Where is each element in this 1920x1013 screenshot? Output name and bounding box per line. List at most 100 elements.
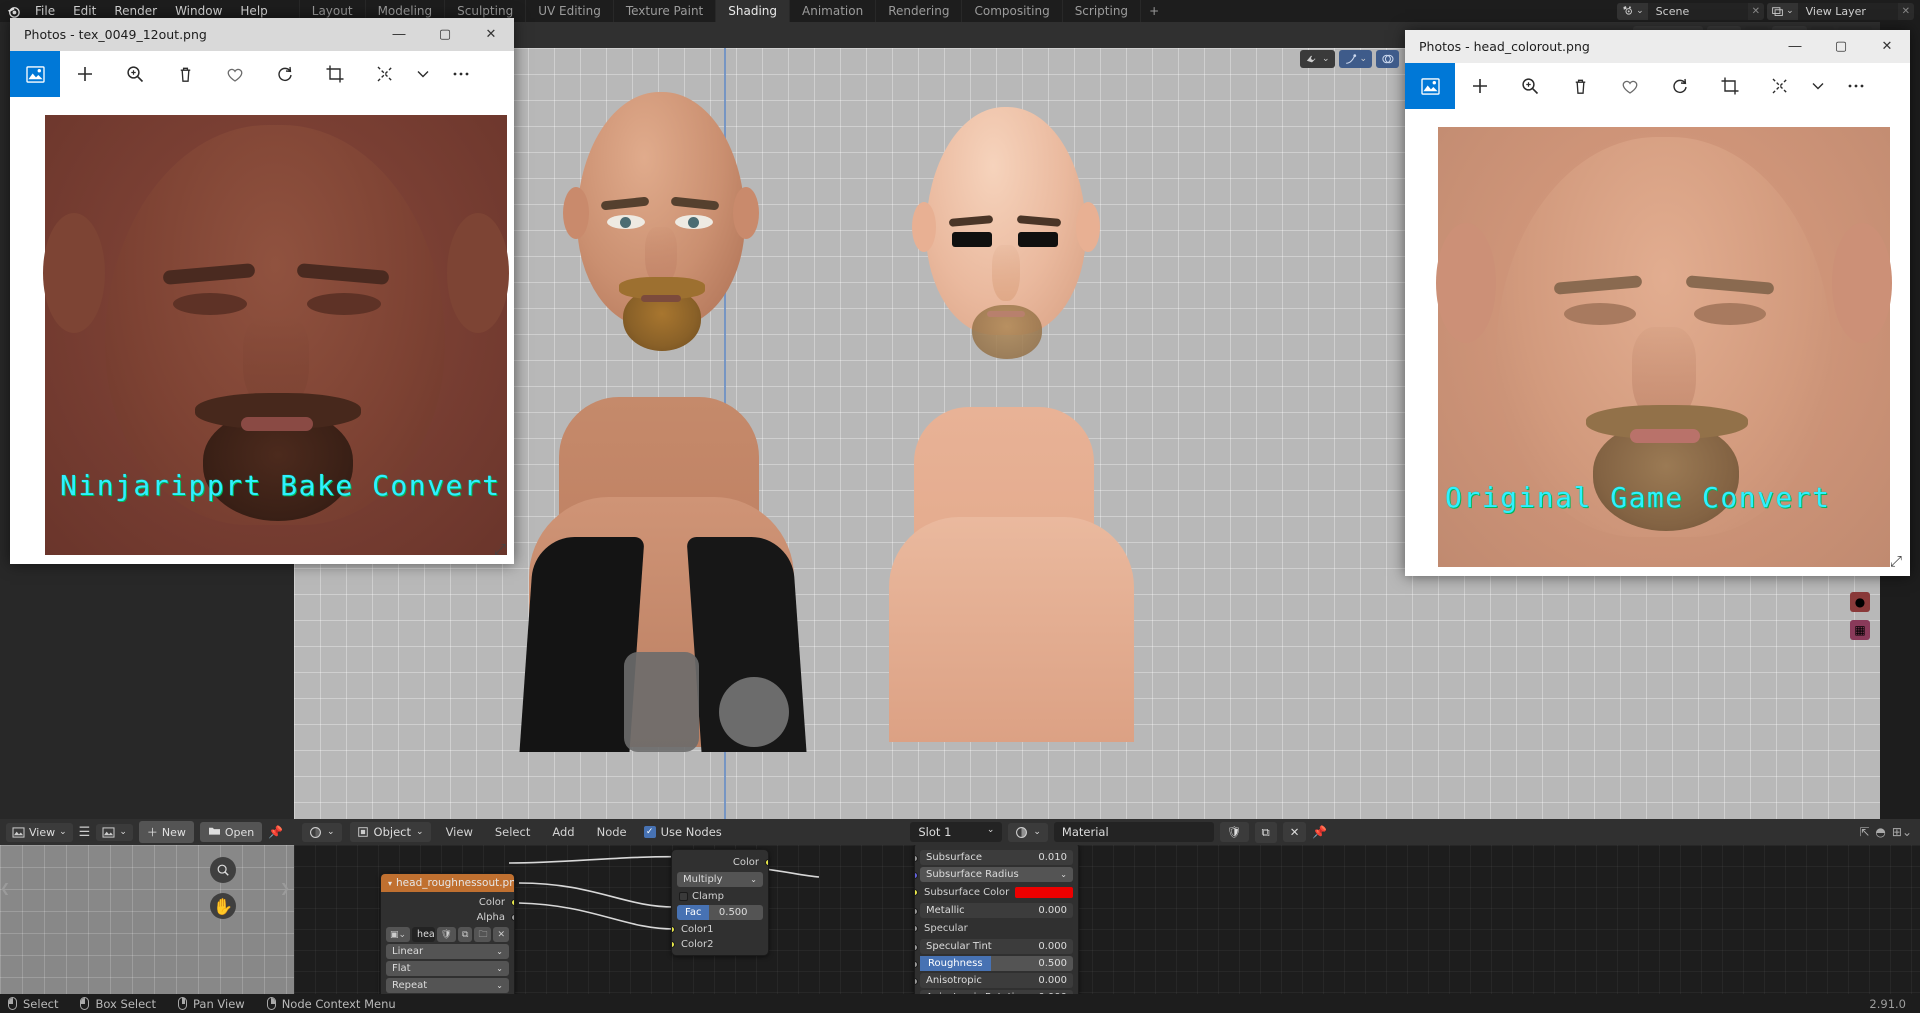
close-button[interactable]: ✕: [1864, 30, 1910, 63]
fac-slider[interactable]: Fac 0.500: [677, 905, 763, 920]
edit-icon[interactable]: [1755, 63, 1805, 109]
socket-color[interactable]: [511, 899, 514, 906]
socket-color[interactable]: [765, 859, 768, 866]
view-layer-close-icon[interactable]: ✕: [1898, 6, 1914, 17]
node-image-texture[interactable]: ▾ head_roughnessout.png Color Alpha ▣⌄ h…: [380, 873, 515, 994]
bsdf-property-row[interactable]: Specular Tint 0.000: [915, 939, 1073, 954]
bsdf-value-field[interactable]: Specular Tint 0.000: [920, 939, 1073, 954]
image-editor[interactable]: View ⌄ ☰ ⌄ ＋ New Open 📌 ✋ ❯ ❮: [0, 819, 294, 994]
toolbar-expand-arrow-icon[interactable]: ❮: [0, 881, 10, 895]
bsdf-value-field[interactable]: Subsurface 0.010: [920, 850, 1073, 865]
zoom-tool-icon[interactable]: [210, 857, 236, 883]
overlay-node-icon[interactable]: ◓: [1875, 825, 1885, 839]
photos-window-left[interactable]: Photos - tex_0049_12out.png ― ▢ ✕ Ninjar…: [10, 18, 514, 564]
shader-menu-node[interactable]: Node: [590, 822, 634, 842]
scene-name-field[interactable]: Scene: [1647, 2, 1748, 20]
node-output-color[interactable]: Color: [386, 895, 514, 910]
photos-left-titlebar[interactable]: Photos - tex_0049_12out.png ― ▢ ✕: [10, 18, 514, 51]
heart-icon[interactable]: [210, 51, 260, 97]
socket-alpha[interactable]: [511, 914, 514, 921]
close-button[interactable]: ✕: [468, 18, 514, 51]
photos-window-right[interactable]: Photos - head_colorout.png ― ▢ ✕ Origina…: [1405, 30, 1910, 576]
maximize-button[interactable]: ▢: [422, 18, 468, 51]
use-nodes-checkbox[interactable]: ✓ Use Nodes: [643, 825, 722, 839]
node-options-icon[interactable]: ⊞⌄: [1892, 825, 1912, 839]
collapse-arrow-icon[interactable]: ▾: [388, 879, 392, 888]
image-icon[interactable]: [1405, 63, 1455, 109]
socket-specular-tint[interactable]: [915, 944, 918, 951]
shader-editor[interactable]: ▾ head_roughnessout.png Color Alpha ▣⌄ h…: [294, 819, 1920, 994]
socket-specular[interactable]: [915, 925, 918, 932]
resize-grip-icon[interactable]: ⤢: [1890, 552, 1902, 570]
interpolation-dropdown[interactable]: Linear ⌄: [386, 944, 509, 959]
more-icon[interactable]: [1831, 63, 1881, 109]
more-icon[interactable]: [436, 51, 486, 97]
chevron-down-icon[interactable]: [410, 51, 436, 97]
bsdf-dropdown[interactable]: Subsurface Radius ⌄: [920, 867, 1073, 882]
pan-tool-icon[interactable]: ✋: [210, 893, 236, 919]
projection-dropdown[interactable]: Flat ⌄: [386, 961, 509, 976]
sidebar-expand-arrow-icon[interactable]: ❯: [280, 881, 290, 895]
delete-icon[interactable]: [160, 51, 210, 97]
blender-logo-icon[interactable]: [0, 4, 26, 19]
viewport-side-icons[interactable]: ● ▦: [1850, 592, 1870, 640]
image-browse-icon[interactable]: ▣⌄: [386, 927, 411, 942]
shader-menu-select[interactable]: Select: [488, 822, 537, 842]
socket-subsurface-radius[interactable]: [915, 872, 918, 879]
pin-icon[interactable]: 📌: [1312, 825, 1327, 839]
heart-icon[interactable]: [1605, 63, 1655, 109]
texture-preview-icon[interactable]: ▦: [1850, 620, 1870, 640]
snap-node-icon[interactable]: ⇱: [1859, 825, 1869, 839]
socket-anisotropic[interactable]: [915, 978, 918, 985]
shader-type-dropdown[interactable]: Object ⌄: [349, 822, 431, 842]
socket-roughness[interactable]: [915, 961, 918, 968]
socket-color2[interactable]: [672, 941, 675, 948]
rotate-icon[interactable]: [260, 51, 310, 97]
photos-right-titlebar[interactable]: Photos - head_colorout.png ― ▢ ✕: [1405, 30, 1910, 63]
view-layer-selector[interactable]: ⌄ View Layer ✕: [1767, 2, 1914, 20]
photos-left-canvas[interactable]: Ninjaripprt Bake Convert ⤢: [10, 97, 514, 564]
chevron-down-icon[interactable]: [1805, 63, 1831, 109]
editor-type-icon[interactable]: ⌄: [302, 822, 342, 842]
menu-icon[interactable]: ☰: [79, 826, 91, 839]
gizmo-icon[interactable]: ⌄: [1338, 50, 1373, 68]
zoom-icon[interactable]: [110, 51, 160, 97]
bsdf-property-row[interactable]: Subsurface Color: [915, 884, 1073, 901]
bsdf-value-field[interactable]: Metallic 0.000: [920, 903, 1073, 918]
bsdf-property-row[interactable]: Metallic 0.000: [915, 903, 1073, 918]
socket-metallic[interactable]: [915, 908, 918, 915]
node-principled-bsdf[interactable]: Subsurface 0.010 Subsurface Radius ⌄ Subsurf…: [914, 842, 1079, 994]
fake-user-icon[interactable]: 🛡: [1219, 822, 1249, 842]
clamp-checkbox[interactable]: Clamp: [677, 889, 763, 903]
minimize-button[interactable]: ―: [376, 18, 422, 51]
edit-icon[interactable]: [360, 51, 410, 97]
node-image-selector[interactable]: ▣⌄ head_roughness... 🛡 ⧉ 🗀 ✕: [386, 927, 509, 942]
photos-right-canvas[interactable]: Original Game Convert ⤢: [1405, 109, 1910, 576]
extension-dropdown[interactable]: Repeat ⌄: [386, 978, 509, 993]
material-preview-icon[interactable]: ●: [1850, 592, 1870, 612]
crop-icon[interactable]: [310, 51, 360, 97]
unlink-material-icon[interactable]: ✕: [1282, 822, 1307, 842]
shader-menu-add[interactable]: Add: [545, 822, 581, 842]
bsdf-property-row[interactable]: Subsurface Radius ⌄: [915, 867, 1073, 882]
workspace-tab-texture-paint[interactable]: Texture Paint: [612, 0, 715, 22]
shader-editor-canvas[interactable]: ▾ head_roughnessout.png Color Alpha ▣⌄ h…: [294, 842, 1920, 994]
visibility-icon[interactable]: ⌄: [1300, 50, 1335, 68]
material-name-field[interactable]: Material: [1053, 822, 1214, 842]
fake-user-icon[interactable]: 🛡: [436, 927, 456, 942]
duplicate-icon[interactable]: ⧉: [458, 927, 473, 942]
bsdf-slider[interactable]: Roughness 0.500: [920, 956, 1073, 971]
workspace-tab-scripting[interactable]: Scripting: [1061, 0, 1140, 22]
bsdf-value-field[interactable]: Anisotropic 0.000: [920, 973, 1073, 988]
new-image-button[interactable]: ＋ New: [138, 821, 194, 843]
node-input-color2[interactable]: Color2: [672, 937, 763, 952]
plus-icon[interactable]: [1455, 63, 1505, 109]
pin-icon[interactable]: 📌: [268, 825, 283, 839]
image-icon[interactable]: [10, 51, 60, 97]
overlays-icon[interactable]: [1376, 50, 1400, 68]
material-slot-dropdown[interactable]: Slot 1 ⌄: [910, 822, 1003, 842]
socket-color1[interactable]: [672, 926, 675, 933]
scene-close-icon[interactable]: ✕: [1748, 6, 1764, 17]
open-image-button[interactable]: Open: [199, 822, 263, 842]
bsdf-property-row[interactable]: Subsurface 0.010: [915, 850, 1073, 865]
